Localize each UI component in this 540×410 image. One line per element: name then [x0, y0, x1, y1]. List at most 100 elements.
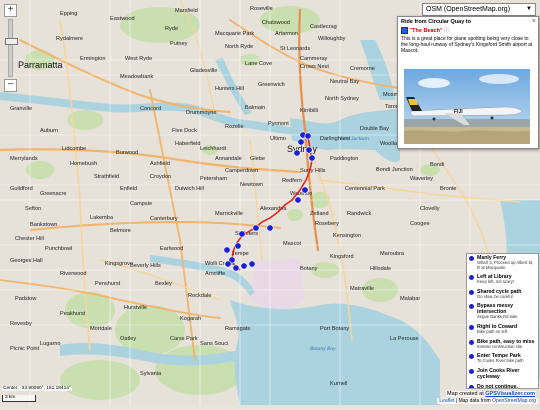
waypoint-marker[interactable] [240, 262, 248, 270]
svg-text:Peakhurst: Peakhurst [60, 311, 86, 317]
svg-text:Mascot: Mascot [283, 241, 301, 247]
svg-text:Clovelly: Clovelly [420, 206, 440, 212]
popup-title: Ride from Circular Quay to [401, 19, 471, 25]
svg-text:La Perouse: La Perouse [390, 336, 419, 342]
svg-text:Neutral Bay: Neutral Bay [330, 79, 359, 85]
svg-text:Newtown: Newtown [240, 182, 263, 188]
legend-item-title: Do not continue, blocked ahead [477, 383, 518, 389]
svg-text:Malabar: Malabar [400, 296, 420, 302]
svg-text:Kensington: Kensington [333, 233, 361, 239]
leaflet-link[interactable]: Leaflet [439, 398, 454, 404]
popup-checkbox[interactable] [401, 27, 408, 35]
waypoint-marker[interactable] [305, 146, 313, 154]
svg-text:Bondi: Bondi [430, 162, 444, 168]
created-credit: Map created at GPSVisualizer.com [446, 391, 536, 397]
svg-text:Mortdale: Mortdale [90, 326, 112, 332]
legend-item[interactable]: Bypass messy intersection Segue Banks Rd … [467, 302, 538, 321]
svg-text:Sefton: Sefton [25, 206, 41, 212]
popup-waypoint-name: "The Beach" [409, 28, 443, 34]
legend-item[interactable]: Manly Ferry Wharf 3, Proceed up Albert St… [467, 254, 538, 271]
popup-description: This is a great place for plane spotting… [401, 36, 533, 54]
waypoint-marker[interactable] [308, 154, 316, 162]
svg-text:Artarmon: Artarmon [275, 31, 298, 37]
svg-text:Granville: Granville [10, 106, 32, 112]
svg-text:Homebush: Homebush [70, 161, 97, 167]
zoom-control: + − [4, 4, 18, 93]
info-icon[interactable]: ⓘ [444, 28, 450, 34]
waypoint-dot-icon [469, 339, 474, 345]
legend-item-subtitle: Go slow, be careful [477, 293, 513, 299]
waypoint-marker[interactable] [252, 224, 260, 232]
waypoint-marker[interactable] [301, 186, 309, 194]
svg-text:Matraville: Matraville [350, 286, 374, 292]
waypoint-marker[interactable] [224, 260, 232, 268]
svg-text:Ryde: Ryde [165, 26, 178, 32]
waypoint-marker[interactable] [232, 264, 240, 272]
svg-text:Greenacre: Greenacre [40, 191, 66, 197]
gpsvisualizer-link[interactable]: GPSVisualizer.com [485, 391, 535, 397]
svg-text:Canterbury: Canterbury [150, 216, 178, 222]
waypoint-marker[interactable] [293, 149, 301, 157]
waypoint-dot-icon [469, 289, 474, 295]
svg-text:Botany: Botany [300, 266, 318, 272]
legend-item[interactable]: Do not continue, blocked aheadMassive re… [467, 383, 538, 389]
map-layer-select[interactable]: OSM (OpenStreetMap.org) ▼ [422, 3, 536, 16]
svg-text:Padstow: Padstow [15, 296, 37, 302]
zoom-in-button[interactable]: + [4, 4, 17, 17]
svg-text:Lugarno: Lugarno [40, 341, 61, 347]
legend-item-text: Left at Library Keep left, not scary! [477, 274, 514, 285]
legend-item[interactable]: Left at Library Keep left, not scary! [467, 273, 538, 286]
svg-text:Zetland: Zetland [310, 211, 329, 217]
svg-text:Coogee: Coogee [410, 221, 430, 227]
legend-item-subtitle: Keep left, not scary! [477, 279, 515, 285]
svg-text:West Ryde: West Ryde [125, 56, 152, 62]
svg-text:Maroubra: Maroubra [380, 251, 405, 257]
svg-text:Hurstville: Hurstville [124, 305, 147, 311]
legend-item[interactable]: Shared cycle path Go slow, be careful [467, 288, 538, 301]
svg-text:Kingsford: Kingsford [330, 254, 354, 260]
waypoint-marker[interactable] [294, 196, 302, 204]
svg-text:Kingsgrove: Kingsgrove [105, 261, 133, 267]
svg-text:Punchbowl: Punchbowl [45, 246, 72, 252]
svg-text:Gladesville: Gladesville [190, 68, 217, 74]
svg-text:Sans Souci: Sans Souci [200, 341, 228, 347]
waypoint-marker[interactable] [234, 242, 242, 250]
svg-text:Randwick: Randwick [347, 211, 371, 217]
zoom-slider[interactable] [4, 19, 18, 77]
svg-text:Earlwood: Earlwood [160, 246, 183, 252]
map-data-prefix: | Map data from [454, 398, 493, 404]
legend-item-text: Shared cycle path Go slow, be careful [477, 289, 521, 300]
waypoint-dot-icon [469, 324, 474, 330]
svg-text:Chatswood: Chatswood [262, 20, 290, 26]
svg-text:Port Botany: Port Botany [320, 326, 349, 332]
zoom-out-button[interactable]: − [4, 79, 17, 92]
svg-text:Annandale: Annandale [215, 156, 242, 162]
svg-text:Rydalmere: Rydalmere [56, 36, 83, 42]
svg-text:Riverwood: Riverwood [60, 271, 86, 277]
waypoint-marker[interactable] [238, 230, 246, 238]
legend-item-text: Right to Coward Bike path on left [477, 324, 517, 335]
waypoint-marker[interactable] [248, 260, 256, 268]
legend-item[interactable]: Enter Tempe Park To Cooks River bike path [467, 352, 538, 365]
chevron-down-icon: ▼ [526, 6, 532, 12]
waypoint-marker[interactable] [266, 224, 274, 232]
legend-item[interactable]: Right to Coward Bike path on left [467, 323, 538, 336]
created-prefix: Map created at [447, 391, 486, 397]
legend-item-text: Enter Tempe Park To Cooks River bike path [477, 353, 524, 364]
zoom-slider-thumb[interactable] [4, 38, 18, 45]
popup-photo: FIJI [404, 69, 530, 144]
legend-item[interactable]: Bike path, easy to miss Intense construct… [467, 338, 538, 351]
svg-text:Campsie: Campsie [130, 201, 152, 207]
svg-text:Paddington: Paddington [330, 156, 358, 162]
legend-item[interactable]: Join Cooks River cycleway [467, 367, 538, 381]
svg-text:Enfield: Enfield [120, 186, 137, 192]
waypoint-marker[interactable] [297, 138, 305, 146]
waypoint-marker[interactable] [304, 132, 312, 140]
legend-item-subtitle: Intense construction site [477, 343, 523, 349]
svg-text:Beverly Hills: Beverly Hills [130, 263, 161, 269]
svg-text:Merrylands: Merrylands [10, 156, 38, 162]
close-icon[interactable]: × [532, 18, 536, 25]
waypoint-marker[interactable] [223, 246, 231, 254]
openstreetmap-link[interactable]: OpenStreetMap.org [492, 398, 536, 404]
svg-text:Belmore: Belmore [110, 228, 131, 234]
